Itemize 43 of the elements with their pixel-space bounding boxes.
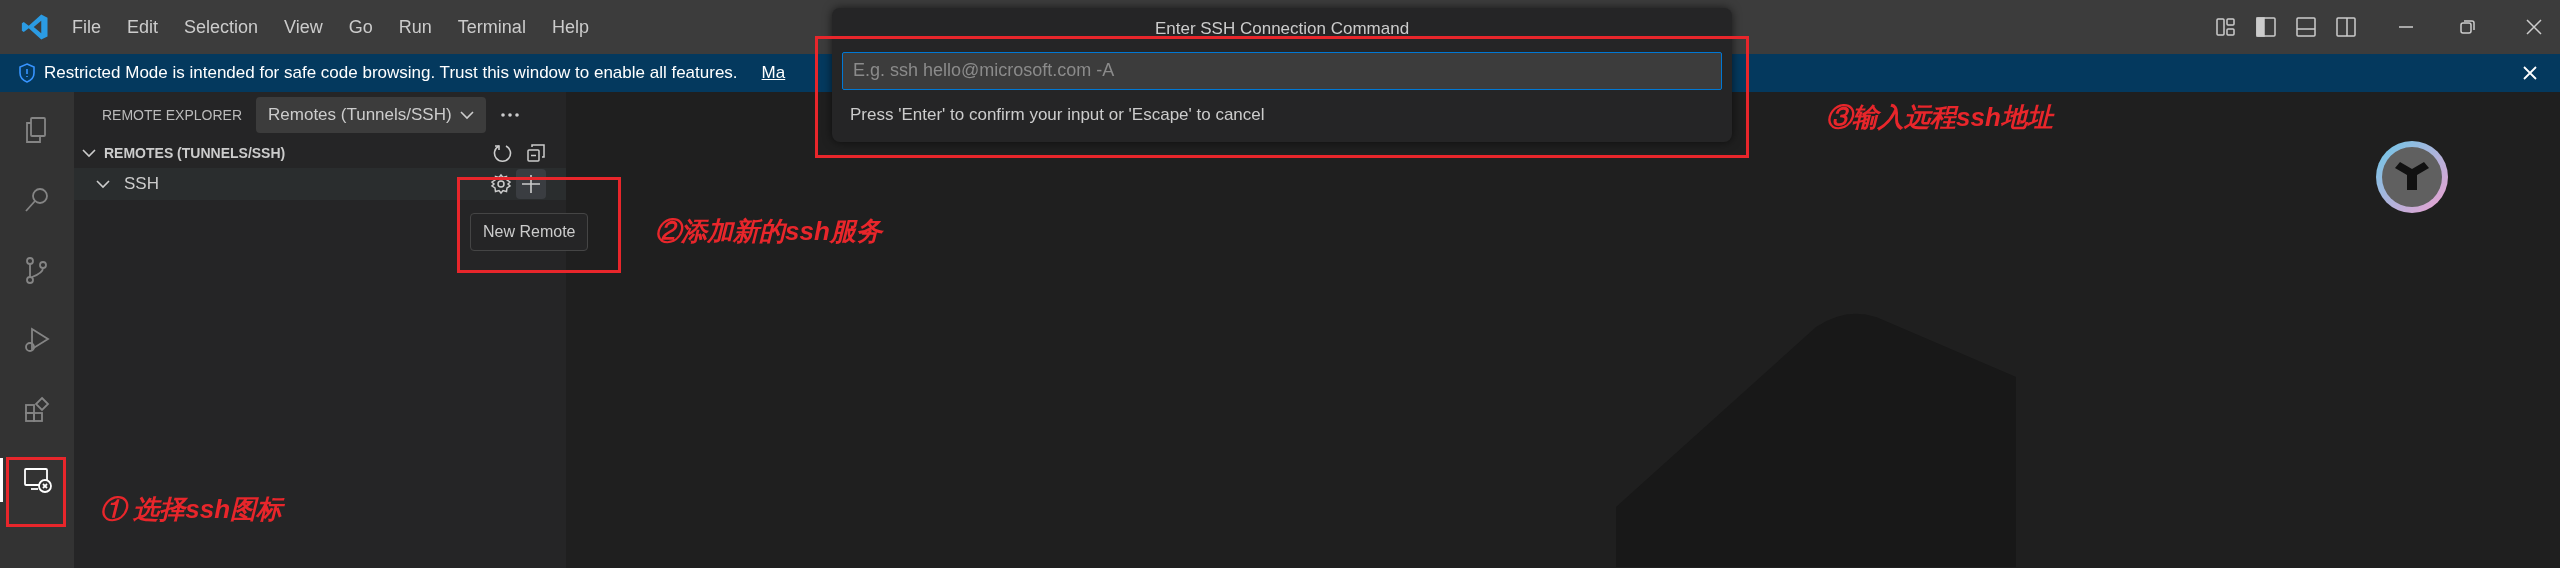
tree-row[interactable]: SSH xyxy=(74,168,566,200)
menu-item[interactable]: Go xyxy=(348,13,373,41)
tree-label: SSH xyxy=(124,173,159,196)
input-field[interactable]: E.g. ssh hello@microsoft.com -A xyxy=(842,51,1722,90)
menu-item[interactable]: File xyxy=(72,13,101,41)
close-icon[interactable] xyxy=(2522,65,2538,81)
secondary-sidebar-icon[interactable] xyxy=(2334,15,2358,39)
collapse-all-icon[interactable] xyxy=(526,143,546,163)
dialog-title: Enter SSH Connection Command xyxy=(1154,18,1410,40)
settings-icon[interactable] xyxy=(490,173,512,195)
sidebar-toggle-icon[interactable] xyxy=(2254,15,2278,39)
app-logo-icon xyxy=(20,12,50,42)
menu-item[interactable]: Terminal xyxy=(457,13,526,41)
shield-icon xyxy=(18,63,36,83)
menu-item[interactable]: Run xyxy=(398,13,432,41)
plus-icon xyxy=(521,174,541,194)
menu-item[interactable]: Edit xyxy=(127,13,159,41)
hint-text: Press 'Enter' to confirm your input or 'Escape' to cancel xyxy=(850,103,1266,126)
annotation-text: ③输入远程ssh地址 xyxy=(1826,101,2053,134)
close-icon[interactable] xyxy=(2524,17,2544,37)
chevron-down-icon[interactable] xyxy=(82,148,96,158)
restore-icon[interactable] xyxy=(2458,17,2478,37)
panel-toggle-icon[interactable] xyxy=(2294,15,2318,39)
annotation-text: ②添加新的ssh服务 xyxy=(655,215,882,248)
chevron-down-icon xyxy=(459,110,474,120)
highlight-frame xyxy=(6,457,66,527)
manage-link[interactable]: Ma xyxy=(761,60,786,86)
more-icon[interactable] xyxy=(499,112,520,118)
annotation-text: ① 选择ssh图标 xyxy=(100,493,283,526)
menu-item[interactable]: View xyxy=(284,13,323,41)
layout-icon[interactable] xyxy=(2214,15,2238,39)
menu-item[interactable]: Selection xyxy=(184,13,259,41)
extensions-icon[interactable] xyxy=(22,395,52,425)
menu-item[interactable]: Help xyxy=(551,13,589,41)
floating-action-button[interactable] xyxy=(2375,140,2449,214)
section-header[interactable]: REMOTES (TUNNELS/SSH) xyxy=(104,142,286,164)
view-dropdown[interactable]: Remotes (Tunnels/SSH) xyxy=(256,97,486,133)
run-debug-icon[interactable] xyxy=(22,325,52,355)
remote-explorer-icon[interactable] xyxy=(22,465,52,495)
banner-message: Restricted Mode is intended for safe code browsing. Trust this window to enable all features. xyxy=(44,62,738,85)
refresh-icon[interactable] xyxy=(492,142,514,164)
tooltip: New Remote xyxy=(470,213,589,251)
panel-title: REMOTE EXPLORER xyxy=(102,105,243,125)
